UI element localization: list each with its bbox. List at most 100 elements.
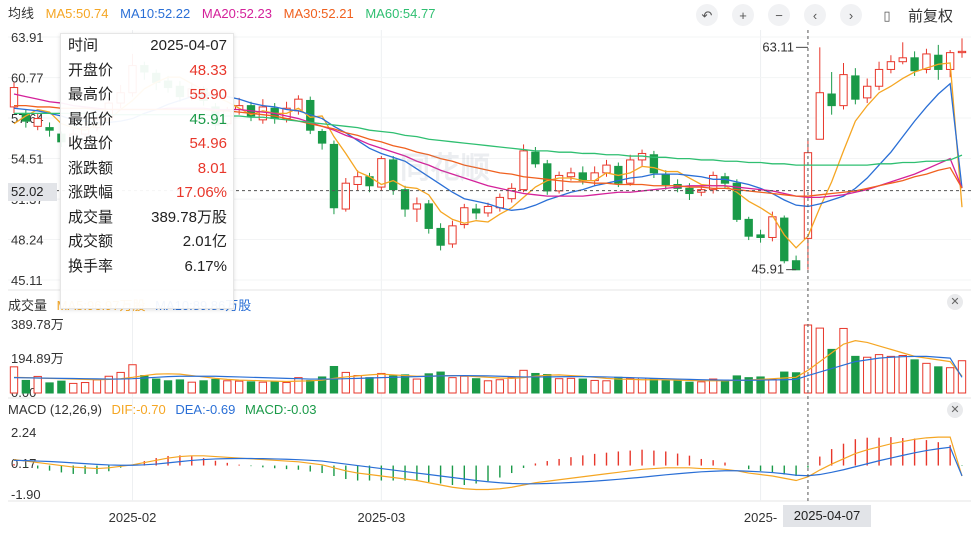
candle-body [353,176,362,185]
ma-legend: 均线 MA5:50.74 MA10:52.22 MA20:52.23 MA30:… [8,3,443,22]
volume-bar [69,382,78,394]
candle-body [400,189,410,210]
volume-bar [554,378,564,394]
volume-bar [33,375,42,394]
candle-body [815,92,824,140]
tooltip-row-close: 收盘价 54.96 [61,132,233,157]
volume-bar [234,380,244,394]
volume-bar [57,380,66,394]
volume-bar [258,381,268,394]
volume-bar [566,377,576,394]
candle-body [495,196,505,209]
candle-body [780,217,789,262]
macd-value-label: MACD:-0.03 [244,402,317,417]
volume-bar [471,378,481,394]
ma10-label: MA10:52.22 [120,6,191,21]
low-marker-label: 45.91 [752,262,785,277]
volume-bar [815,327,824,394]
chart-controls: ↶ + − ‹ › ▯ 前复权 [696,4,953,26]
volume-bar [945,367,955,394]
volume-bar [45,382,54,394]
volume-bar [365,377,374,394]
volume-bar [685,381,694,394]
volume-bar [92,379,102,394]
tooltip-value: 54.96 [189,135,227,152]
tooltip-row-volume: 成交量 389.78万股 [61,206,233,231]
candle-body [863,85,872,99]
volume-bar [874,354,884,394]
tooltip-value: 2.01亿 [182,233,227,250]
candle-body [9,87,19,108]
x-tick-label: 2025- [744,510,777,525]
candle-body [412,203,422,210]
volume-bar [495,379,505,394]
candle-body [898,57,907,63]
volume-bar [626,377,635,394]
candle-body [732,182,742,220]
candle-body [33,118,42,127]
tooltip-value: 45.91 [189,110,227,128]
candle-body [886,61,896,70]
candle-body [483,205,493,214]
volume-bar [803,324,813,394]
volume-bar [389,375,398,394]
volume-bar [163,380,173,394]
volume-bar [341,371,350,394]
ma60-label: MA60:54.77 [365,6,436,21]
volume-bar [294,377,303,394]
volume-bar [116,371,125,394]
chart-type-icon[interactable]: ▯ [876,4,898,26]
volume-bar [839,327,848,394]
price-tick-label: 63.91 [11,30,44,45]
volume-bar [590,379,599,394]
macd-tick-label: -1.90 [11,487,41,502]
zoom-out-icon[interactable]: − [768,4,790,26]
candle-body [661,173,670,185]
candle-body [602,164,611,174]
macd-legend: MACD (12,26,9) DIF:-0.70 DEA:-0.69 MACD:… [8,402,323,417]
candle-body [744,218,753,237]
volume-bar [460,375,469,394]
close-macd-icon[interactable]: ✕ [947,402,963,418]
candle-body [791,260,801,271]
tooltip-row-amount: 成交额 2.01亿 [61,230,233,255]
macd-title: MACD (12,26,9) [8,402,102,417]
candle-body [389,159,398,191]
crosshair-price-label: 52.02 [8,183,57,201]
volume-bar [827,348,836,394]
candle-body [934,54,943,70]
price-tick-label: 60.77 [11,71,44,86]
price-tick-label: 45.11 [11,273,43,288]
next-icon[interactable]: › [840,4,862,26]
candle-body [317,130,327,144]
adjust-button[interactable]: 前复权 [908,5,953,26]
candle-body [839,74,848,107]
ma20-label: MA20:52.23 [201,6,272,21]
volume-tick-label: 194.89万 [11,351,64,366]
close-volume-icon[interactable]: ✕ [947,294,963,310]
candle-body [424,203,433,229]
volume-bar [175,379,185,394]
prev-icon[interactable]: ‹ [804,4,826,26]
price-tick-label: 54.51 [11,152,44,167]
dea-label: DEA:-0.69 [175,402,236,417]
volume-tick-label: 389.78万 [11,317,64,332]
volume-bar [649,378,659,394]
candle-body [851,75,860,100]
candle-body [519,150,528,191]
volume-bar [483,380,493,394]
ma5-label: MA5:50.74 [45,6,109,21]
watermark-logo: 同花顺 [400,152,490,185]
volume-bar [270,380,279,394]
volume-bar [199,380,208,394]
candle-body [756,234,765,238]
volume-bar [306,379,315,394]
volume-bar [282,382,291,394]
tooltip-row-time: 时间 2025-04-07 [61,34,233,59]
candle-body [329,143,339,209]
undo-icon[interactable]: ↶ [696,4,718,26]
candle-body [531,151,540,165]
volume-bar [507,376,516,394]
zoom-in-icon[interactable]: + [732,4,754,26]
tooltip-value: 2025-04-07 [150,37,227,54]
